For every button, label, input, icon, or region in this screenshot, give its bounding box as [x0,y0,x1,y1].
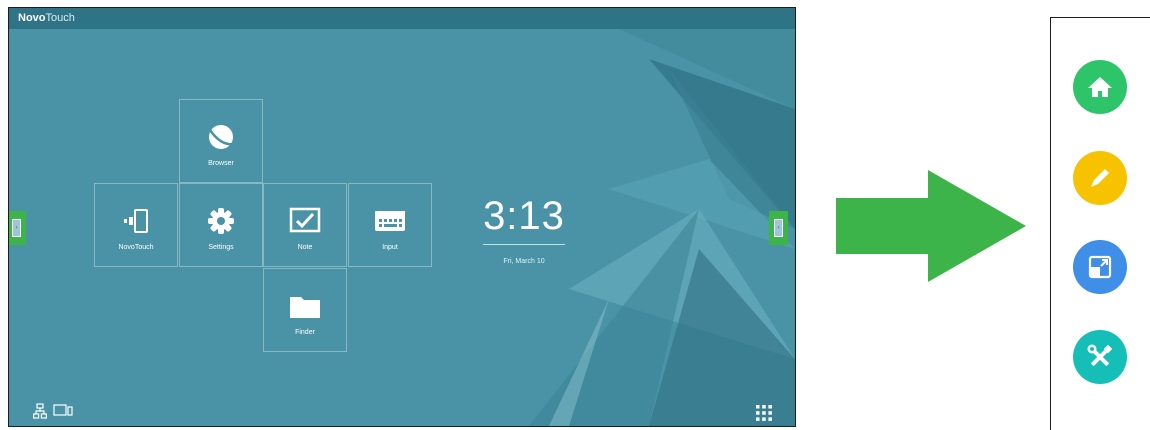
app-label: Browser [208,160,234,167]
app-label: Settings [208,244,234,251]
app-tile-settings[interactable]: Settings [179,183,263,267]
app-label: NovoTouch [118,244,154,251]
app-tile-browser[interactable]: Browser [179,99,263,183]
clock-time: 3:13 [483,194,565,238]
sidebar-home-button[interactable] [1073,60,1127,114]
right-arrow-icon [836,170,1026,282]
sidebar-tools-button[interactable] [1073,330,1127,384]
home-icon [1088,77,1112,97]
sidebar-annotate-button[interactable] [1073,151,1127,205]
home-screen: NovoTouch Browser NovoTouch Settings Not… [8,7,796,427]
pencil-icon [1091,169,1109,187]
chevron-left-icon: ‹ [774,219,783,237]
app-tile-note[interactable]: Note [263,183,347,267]
all-apps-grid-icon[interactable] [755,404,773,422]
network-icon[interactable] [33,403,47,419]
note-icon [289,206,321,236]
app-tile-novotouch[interactable]: NovoTouch [94,183,178,267]
folder-icon [289,291,321,321]
title-bar: NovoTouch [9,8,795,29]
screen-mirror-icon[interactable] [53,403,73,417]
window-expand-icon [1088,255,1112,279]
app-label: Input [382,244,398,251]
clock-date: Fri, March 10 [503,258,545,265]
right-sidebar-handle[interactable]: ‹ [769,211,788,245]
keyboard-icon [374,206,406,236]
gear-icon [207,206,235,236]
left-sidebar-handle[interactable]: › [9,211,26,245]
novotouch-icon [122,206,150,236]
app-tile-input[interactable]: Input [348,183,432,267]
app-tile-finder[interactable]: Finder [263,268,347,352]
app-label: Note [297,244,313,251]
chevron-right-icon: › [12,219,21,237]
app-label: Finder [295,329,315,336]
brand-logo: NovoTouch [18,12,75,24]
tools-icon [1087,344,1113,366]
clock-divider [483,244,565,245]
sidebar-window-button[interactable] [1073,240,1127,294]
browser-globe-icon [206,122,236,152]
bottom-status-icons [33,403,73,419]
